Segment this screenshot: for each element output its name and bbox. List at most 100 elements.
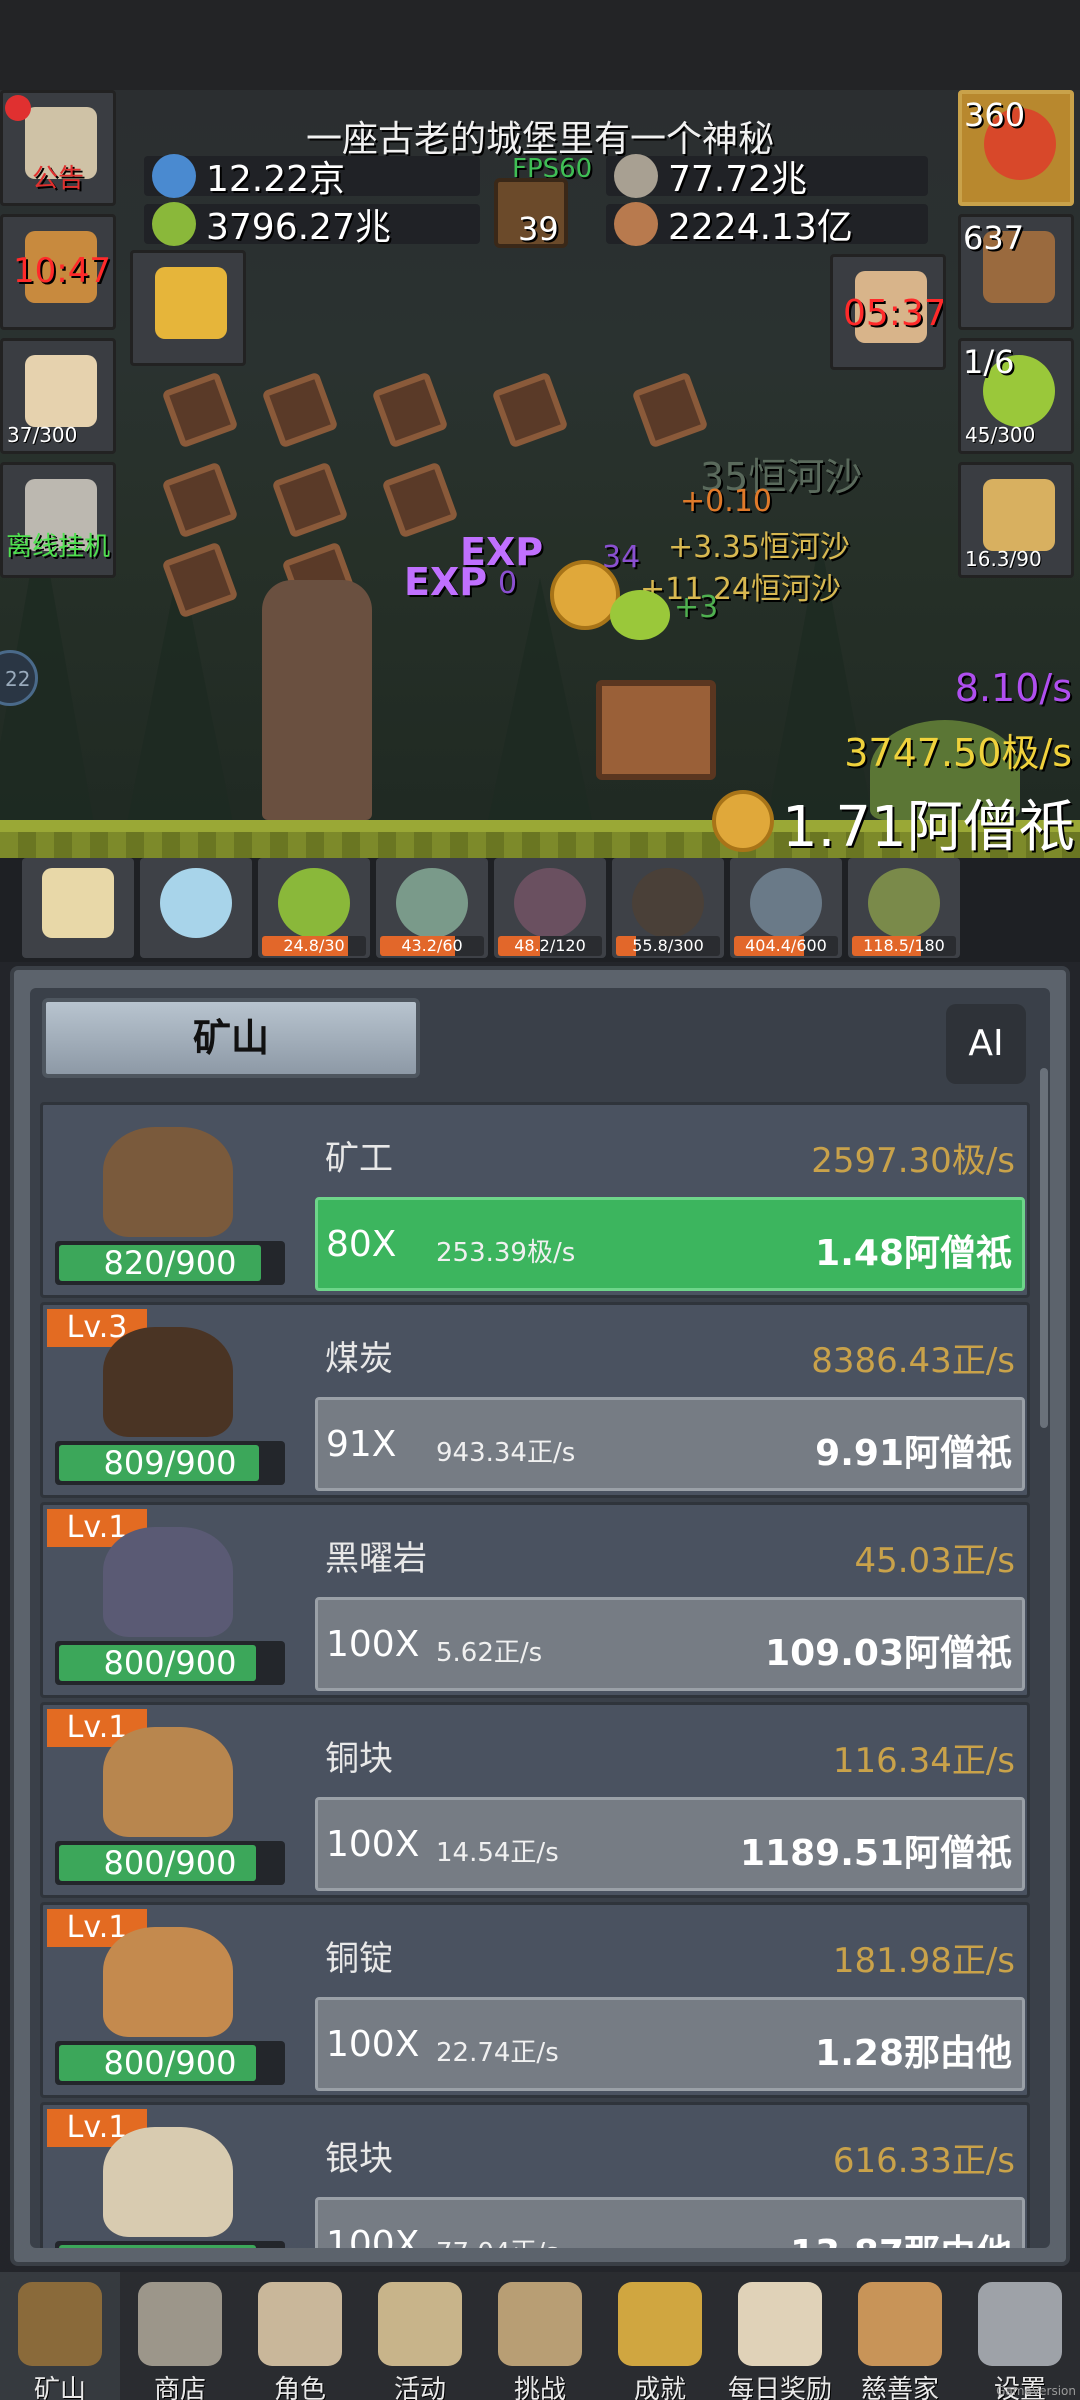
crate-sprite xyxy=(491,371,569,449)
zombie-icon xyxy=(396,868,468,938)
status-bar xyxy=(0,0,1080,90)
game-scene[interactable]: 一座古老的城堡里有一个神秘 12.22京 3796.27兆 77.72兆 222… xyxy=(0,90,1080,858)
unit-rate: 22.74正/s xyxy=(436,2038,559,2068)
notification-dot xyxy=(5,95,31,121)
potion-button[interactable]: 360 xyxy=(958,90,1074,206)
chest-button[interactable]: 637 xyxy=(958,214,1074,330)
capacity-text: 809/900 xyxy=(103,1444,237,1482)
ai-button[interactable]: AI xyxy=(946,1004,1026,1084)
capacity-text: 800/900 xyxy=(103,2044,237,2082)
nav-item-3[interactable]: 活动 xyxy=(360,2272,480,2400)
pet-progress: 43.2/60 xyxy=(380,936,484,956)
nav-item-8[interactable]: 设置 xyxy=(960,2272,1080,2400)
crate-sprite xyxy=(381,461,459,539)
gold-coin-icon xyxy=(712,790,774,852)
upgrade-cost: 1189.51阿僧祇 xyxy=(740,1833,1012,1874)
nav-label: 挑战 xyxy=(513,2375,566,2400)
ore-name: 黑曜岩 xyxy=(325,1539,427,1579)
crate-sprite xyxy=(161,461,239,539)
pet-goblin[interactable]: 118.5/180 xyxy=(848,858,960,958)
capacity-text: 800/900 xyxy=(103,1644,237,1682)
capacity-bar: 800/900 xyxy=(55,2241,285,2248)
exp-rate: 8.10/s xyxy=(954,666,1072,710)
nav-label: 成就 xyxy=(633,2375,686,2400)
ore-rate: 616.33正/s xyxy=(832,2141,1015,2181)
beer-button[interactable]: 37/300 xyxy=(0,338,116,454)
nav-item-0[interactable]: 矿山 xyxy=(0,2272,120,2400)
slime-button[interactable]: 1/6 45/300 xyxy=(958,338,1074,454)
mine-chest-sprite[interactable] xyxy=(596,680,716,780)
multiplier: 80X xyxy=(326,1224,397,1265)
golden-key-icon xyxy=(155,267,227,339)
capacity-bar: 820/900 xyxy=(55,1241,285,1285)
gold-total: 1.71阿僧祇 xyxy=(782,795,1075,858)
nav-item-4[interactable]: 挑战 xyxy=(480,2272,600,2400)
upgrade-button[interactable]: 100X 22.74正/s 1.28那由他 xyxy=(315,1997,1025,2091)
ore-name: 银块 xyxy=(325,2139,393,2179)
upgrade-button[interactable]: 100X 5.62正/s 109.03阿僧祇 xyxy=(315,1597,1025,1691)
upgrade-button[interactable]: 91X 943.34正/s 9.91阿僧祇 xyxy=(315,1397,1025,1491)
egg-icon xyxy=(160,868,232,938)
capacity-text: 800/900 xyxy=(59,2245,281,2248)
ore-name: 煤炭 xyxy=(325,1339,393,1379)
upgrade-cost: 1.28那由他 xyxy=(815,2033,1012,2074)
capacity-text: 820/900 xyxy=(103,1244,237,1282)
stone-icon xyxy=(614,154,658,198)
pet-bat[interactable]: 48.2/120 xyxy=(494,858,606,958)
capacity-text: 800/900 xyxy=(103,1844,237,1882)
shell-icon xyxy=(614,202,658,246)
lantern-icon xyxy=(18,2282,102,2366)
miner-character[interactable] xyxy=(262,580,372,820)
sword-button[interactable]: 16.3/90 xyxy=(958,462,1074,578)
unit-rate: 253.39极/s xyxy=(436,1238,576,1268)
notice-button[interactable]: 公告 xyxy=(0,90,116,206)
stone-tablet-icon xyxy=(138,2282,222,2366)
torch-button[interactable]: 10:47 xyxy=(0,214,116,330)
goblin-icon xyxy=(868,868,940,938)
nav-label: 每日奖励 xyxy=(727,2375,832,2400)
timer-chest-button[interactable]: 05:37 xyxy=(830,254,946,370)
pet-progress: 55.8/300 xyxy=(616,936,720,956)
beer-mug-icon xyxy=(25,355,97,427)
nav-item-2[interactable]: 角色 xyxy=(240,2272,360,2400)
ore-icon xyxy=(103,1727,233,1837)
pet-progress: 24.8/30 xyxy=(262,936,366,956)
pet-ghost[interactable]: 404.4/600 xyxy=(730,858,842,958)
ore-rate: 8386.43正/s xyxy=(811,1341,1015,1381)
upgrade-button[interactable]: 100X 14.54正/s 1189.51阿僧祇 xyxy=(315,1797,1025,1891)
crate-sprite xyxy=(271,461,349,539)
capacity-bar: 800/900 xyxy=(55,1641,285,1685)
pet-zombie[interactable]: 43.2/60 xyxy=(376,858,488,958)
capacity-bar: 800/900 xyxy=(55,1841,285,1885)
nav-item-5[interactable]: 成就 xyxy=(600,2272,720,2400)
ore-icon xyxy=(103,1527,233,1637)
crate-sprite xyxy=(161,371,239,449)
pet-slime[interactable]: 24.8/30 xyxy=(258,858,370,958)
pet-candle[interactable] xyxy=(22,858,134,958)
spider-icon xyxy=(632,868,704,938)
skull-icon xyxy=(258,2282,342,2366)
pet-egg[interactable] xyxy=(140,858,252,958)
scrollbar[interactable] xyxy=(1040,1068,1048,1428)
upgrade-button[interactable]: 80X 253.39极/s 1.48阿僧祇 xyxy=(315,1197,1025,1291)
slime-sprite xyxy=(610,590,670,640)
resource-green-potion: 3796.27兆 xyxy=(144,202,480,248)
resource-shell: 2224.13亿 xyxy=(606,202,928,248)
offline-idle-button[interactable]: 离线挂机 xyxy=(0,462,116,578)
nav-item-7[interactable]: 慈善家 xyxy=(840,2272,960,2400)
nav-item-6[interactable]: 每日奖励 xyxy=(720,2272,840,2400)
ore-rate: 45.03正/s xyxy=(854,1541,1015,1581)
golden-key-button[interactable] xyxy=(130,250,246,366)
multiplier: 100X xyxy=(326,1824,420,1865)
pet-spider[interactable]: 55.8/300 xyxy=(612,858,724,958)
ore-rate: 116.34正/s xyxy=(832,1741,1015,1781)
nav-item-1[interactable]: 商店 xyxy=(120,2272,240,2400)
pet-progress: 404.4/600 xyxy=(734,936,838,956)
nav-label: 矿山 xyxy=(33,2375,86,2400)
upgrade-button[interactable]: 100X 77.04正/s 13.87那由他 xyxy=(315,2197,1025,2248)
ore-rate: 181.98正/s xyxy=(832,1941,1015,1981)
mine-row: Lv.1 800/900 铜锭 181.98正/s 100X 22.74正/s … xyxy=(40,1902,1030,2098)
tab-mine[interactable]: 矿山 xyxy=(42,998,420,1078)
unit-rate: 14.54正/s xyxy=(436,1838,559,1868)
version-watermark: GameVersion xyxy=(996,2384,1076,2398)
